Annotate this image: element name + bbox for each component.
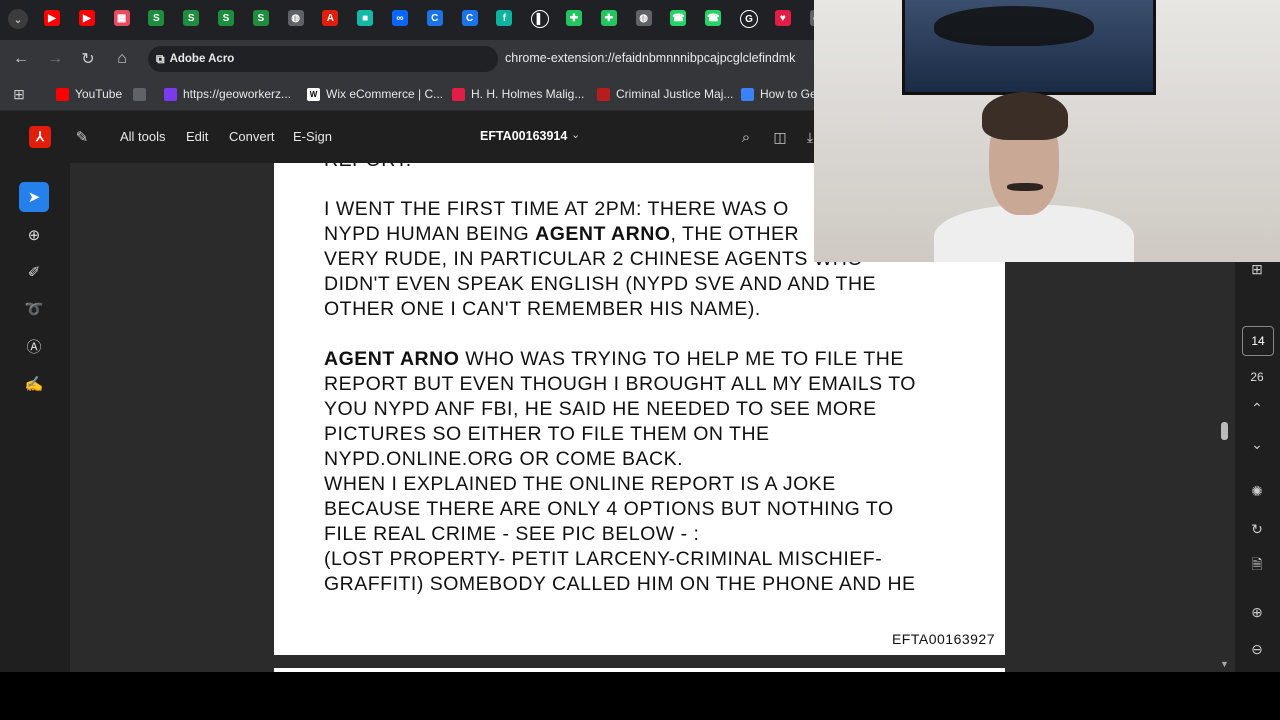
pen-icon [164, 87, 177, 101]
chrome-icon [741, 87, 754, 101]
extension-icon: ⧉ [156, 51, 165, 66]
acrobat-logo-icon[interactable]: ⅄ [29, 126, 51, 148]
forward-arrow-icon[interactable]: → [45, 49, 65, 69]
title-chevron-down-icon[interactable]: ⌄ [571, 128, 580, 141]
page-bates-number: EFTA00163927 [891, 631, 995, 647]
bookmark-label: How to Ge [760, 87, 817, 101]
target-icon [452, 87, 465, 101]
document-title[interactable]: EFTA00163914 [480, 129, 567, 143]
bookmark-label: YouTube [75, 87, 123, 101]
edit-button[interactable]: Edit [186, 129, 208, 144]
back-arrow-icon[interactable]: ← [11, 49, 31, 69]
text-box-tool-icon[interactable]: Ⓐ [19, 331, 49, 361]
heart-favicon[interactable]: ♥ [774, 10, 791, 26]
home-icon[interactable]: ⌂ [112, 49, 132, 69]
f-favicon[interactable]: f [496, 10, 513, 26]
taskbar-area [0, 672, 1280, 720]
puzzle-favicon[interactable]: ✚ [600, 10, 617, 26]
bookmark-item[interactable]: YouTube [56, 85, 122, 103]
zoom-out-icon[interactable]: ⊖ [1246, 638, 1268, 660]
bookmark-label: H. H. Holmes Malig... [471, 87, 585, 101]
agent-name-bold: AGENT ARNO [324, 348, 460, 370]
site-chip-label: Adobe Acro [169, 53, 235, 65]
apps-grid-icon[interactable]: ⊞ [9, 84, 29, 104]
all-tools-button[interactable]: All tools [120, 129, 166, 144]
zoom-in-icon[interactable]: ⊕ [1246, 601, 1268, 623]
webcam-overlay [814, 0, 1280, 262]
youtube-favicon[interactable]: ▶ [44, 10, 60, 26]
create-tool-icon[interactable]: ✎ [72, 127, 92, 147]
ai-assistant-icon[interactable]: ✺ [1246, 480, 1268, 502]
person-mustache [1007, 183, 1043, 191]
sheets-favicon[interactable]: S [252, 10, 269, 26]
site-chip[interactable]: ⧉ Adobe Acro [156, 50, 234, 68]
scroll-down-arrow-icon[interactable]: ▼ [1220, 659, 1229, 669]
rotate-icon[interactable]: ↻ [1246, 518, 1268, 540]
sheets-favicon[interactable]: S [148, 10, 165, 26]
previous-page-icon[interactable]: ⌃ [1246, 397, 1268, 419]
bookmark-item[interactable]: How to Ge [741, 85, 817, 103]
whatsapp-favicon[interactable]: ☎ [705, 10, 722, 26]
next-page-icon[interactable]: ⌄ [1246, 433, 1268, 455]
convert-button[interactable]: Convert [229, 129, 275, 144]
tab-search-chevron-icon[interactable]: ⌄ [8, 9, 28, 29]
agent-name-bold: AGENT ARNO [535, 223, 671, 245]
puzzle-favicon[interactable]: ✚ [566, 10, 582, 26]
bookmark-item[interactable]: W Wix eCommerce | C... [307, 85, 443, 103]
globe-favicon[interactable]: ◍ [287, 10, 304, 26]
youtube-favicon[interactable]: ▶ [78, 10, 95, 26]
total-pages: 26 [1250, 370, 1264, 384]
bookmark-item[interactable]: H. H. Holmes Malig... [452, 85, 584, 103]
reload-icon[interactable]: ↻ [78, 49, 98, 69]
active-tab-favicon[interactable]: ▌ [531, 10, 550, 28]
meta-favicon[interactable]: ∞ [392, 10, 408, 26]
current-page-input[interactable]: 14 [1242, 326, 1274, 356]
scrollbar-thumb[interactable] [1221, 422, 1228, 440]
grid-favicon[interactable]: ▦ [113, 10, 130, 26]
google-favicon[interactable]: G [740, 10, 758, 28]
sheets-favicon[interactable]: S [218, 10, 234, 26]
youtube-icon [56, 87, 69, 101]
page-top-fragment: REPORT. [324, 163, 412, 172]
file-icon[interactable]: 🗎 [1246, 555, 1268, 577]
globe-icon [133, 87, 146, 101]
app-favicon[interactable]: ■ [357, 10, 374, 26]
whatsapp-favicon[interactable]: ☎ [670, 10, 687, 26]
bookmark-item[interactable] [133, 85, 152, 103]
esign-button[interactable]: E-Sign [293, 129, 332, 144]
select-tool-icon[interactable]: ➤ [19, 182, 49, 212]
flag-icon [597, 87, 610, 101]
search-icon[interactable]: ⌕ [736, 127, 756, 147]
eagle-silhouette [934, 6, 1094, 46]
sheets-favicon[interactable]: S [183, 10, 200, 26]
person-hair [982, 92, 1068, 140]
bookmark-label: https://geoworkerz... [183, 87, 292, 101]
comment-tool-icon[interactable]: ⊕ [19, 220, 49, 250]
paragraph-2-text: WHO WAS TRYING TO HELP ME TO FILE THE RE… [324, 348, 916, 595]
bookmark-item[interactable]: Criminal Justice Maj... [597, 85, 733, 103]
sign-tool-icon[interactable]: ✍ [19, 369, 49, 399]
wix-icon: W [307, 87, 320, 101]
c-favicon[interactable]: C [461, 10, 478, 26]
draw-tool-icon[interactable]: ➰ [19, 294, 49, 324]
bookmark-item[interactable]: https://geoworkerz... [164, 85, 291, 103]
acrobat-favicon[interactable]: A [322, 10, 339, 26]
globe-favicon[interactable]: ◍ [635, 10, 652, 26]
bookmark-label: Wix eCommerce | C... [326, 87, 444, 101]
paragraph-2: AGENT ARNO WHO WAS TRYING TO HELP ME TO … [324, 347, 974, 597]
highlight-tool-icon[interactable]: ✐ [19, 257, 49, 287]
url-text[interactable]: chrome-extension://efaidnbmnnnibpcajpcgl… [505, 51, 815, 65]
bookmark-label: Criminal Justice Maj... [616, 87, 734, 101]
c-favicon[interactable]: C [426, 10, 443, 26]
page-layout-icon[interactable]: ◫ [770, 127, 790, 147]
